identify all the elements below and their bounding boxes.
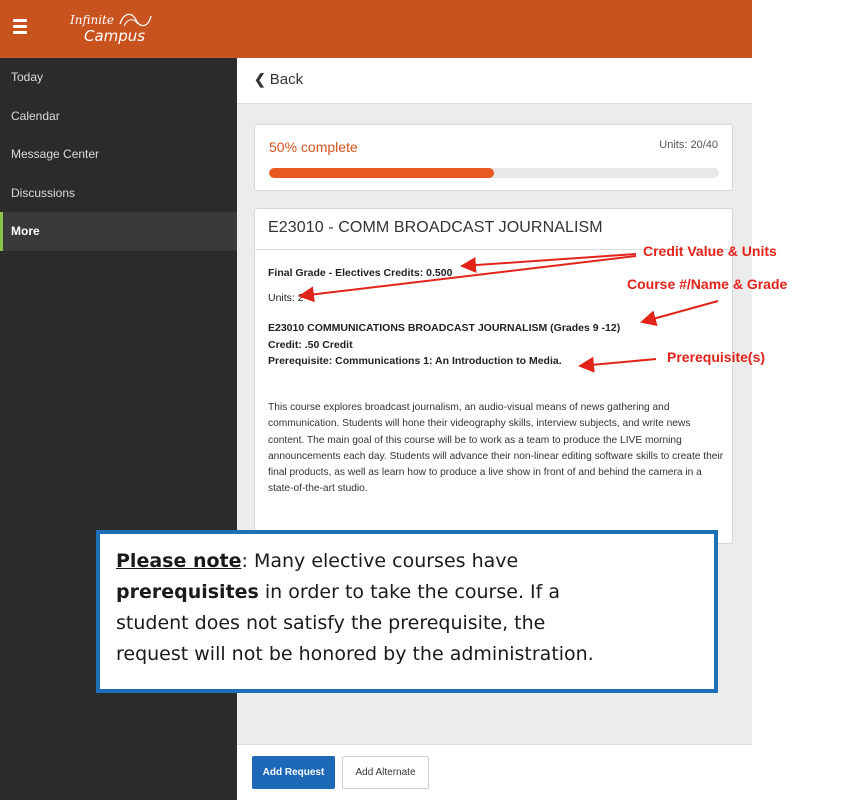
annotation-prerequisites: Prerequisite(s) [667, 349, 766, 365]
note-line-1: Please note: Many elective courses have [116, 546, 714, 577]
annotation-credit-units: Credit Value & Units [643, 243, 777, 259]
sidebar-item-today[interactable]: Today [0, 58, 237, 97]
logo-swoosh-icon [119, 13, 152, 27]
infinite-campus-logo[interactable]: Infinite Campus [70, 10, 160, 50]
note-text: : Many elective courses have [241, 550, 519, 572]
final-grade-credits: Final Grade - Electives Credits: 0.500 [268, 267, 453, 279]
top-bar: Infinite Campus [0, 0, 752, 58]
note-line-2: prerequisites in order to take the cours… [116, 577, 714, 608]
sidebar-item-label: More [11, 224, 40, 239]
note-heading: Please note [116, 550, 242, 572]
course-title: E23010 - COMM BROADCAST JOURNALISM [268, 219, 603, 236]
course-units: Units: 2 [268, 292, 304, 304]
action-bar: Add Request Add Alternate [237, 744, 752, 800]
sidebar-item-label: Calendar [11, 108, 60, 123]
sidebar-item-label: Discussions [11, 185, 76, 200]
add-request-button[interactable]: Add Request [252, 756, 335, 789]
back-header: ❮ Back [237, 58, 752, 104]
sidebar-item-message-center[interactable]: Message Center [0, 135, 237, 174]
note-text: in order to take the course. If a [258, 581, 561, 603]
note-line-3: student does not satisfy the prerequisit… [116, 612, 546, 634]
note-line-4: request will not be honored by the admin… [116, 643, 594, 665]
back-button[interactable]: ❮ Back [254, 71, 303, 88]
note-callout: Please note: Many elective courses have … [96, 530, 718, 693]
sidebar-item-calendar[interactable]: Calendar [0, 97, 237, 136]
logo-text-infinite: Infinite [70, 13, 114, 27]
screen: Infinite Campus Today Calendar Message C… [0, 0, 845, 800]
sidebar-item-label: Message Center [11, 147, 100, 162]
note-bold-word: prerequisites [116, 581, 259, 603]
progress-label: 50% complete [269, 139, 358, 155]
back-label: Back [269, 71, 304, 88]
progress-bar-fill [269, 168, 494, 178]
course-prerequisite: Prerequisite: Communications 1: An Intro… [268, 355, 562, 367]
annotation-course-name-grade: Course #/Name & Grade [627, 276, 788, 292]
chevron-left-icon: ❮ [254, 71, 266, 87]
sidebar-item-label: Today [11, 70, 44, 85]
progress-card: 50% complete Units: 20/40 [254, 124, 733, 191]
progress-bar [269, 168, 719, 178]
hamburger-menu-icon[interactable] [13, 19, 27, 35]
units-count: Units: 20/40 [659, 139, 718, 151]
sidebar-item-more[interactable]: More [0, 212, 237, 251]
course-credit: Credit: .50 Credit [268, 339, 353, 351]
add-alternate-button[interactable]: Add Alternate [342, 756, 429, 789]
sidebar-item-discussions[interactable]: Discussions [0, 174, 237, 213]
course-full-name: E23010 COMMUNICATIONS BROADCAST JOURNALI… [268, 322, 621, 334]
course-description: This course explores broadcast journalis… [268, 402, 724, 495]
